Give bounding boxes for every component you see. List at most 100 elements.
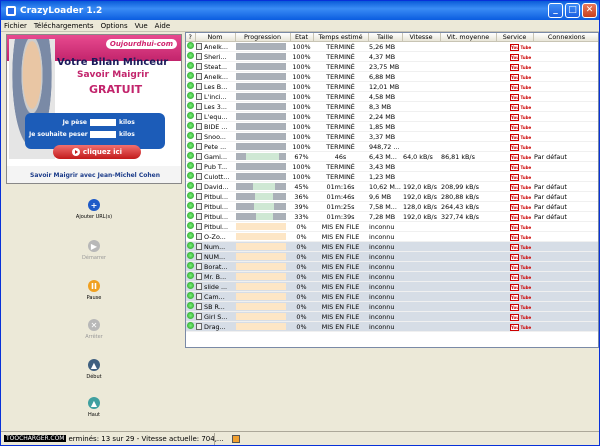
progress-cell — [235, 131, 290, 142]
table-row[interactable]: Drag... 0% MIS EN FILE inconnu You Tube — [186, 321, 598, 332]
menu-fichier[interactable]: Fichier — [4, 22, 27, 30]
table-row[interactable]: Pitbul... 36% 01m:46s 9,6 MB 192,0 kB/s 280,8… — [186, 191, 598, 202]
name-cell: Gami... — [195, 151, 235, 162]
table-row[interactable]: Pub T... 100% TERMINÉ 3,43 MB You Tube — [186, 161, 598, 172]
table-row[interactable]: BIDE ... 100% TERMINÉ 1,85 MB You Tube — [186, 121, 598, 132]
table-header: ? Nom Progression Etat Temps estimé Taille Vit… — [186, 33, 598, 42]
tool-add-button[interactable]: + Ajouter URL(s) — [4, 199, 184, 239]
service-cell: You Tube — [496, 241, 533, 252]
tool-stop-button[interactable]: ✕ Arrêter — [4, 319, 184, 359]
ad-weight-input[interactable] — [90, 119, 116, 126]
table-row[interactable]: Mr. B... 0% MIS EN FILE inconnu You Tube — [186, 271, 598, 282]
title-bar[interactable]: CrazyLoader 1.2 _ □ ✕ — [1, 1, 599, 20]
tool-pause-button[interactable]: II Pause — [4, 280, 184, 320]
ad-title: Votre Bilan Minceur — [57, 57, 169, 68]
tool-move-top-button[interactable]: ▲ Début — [4, 359, 184, 399]
advertisement-banner[interactable]: Oujourdhui-com Votre Bilan Minceur Savoi… — [6, 34, 182, 184]
youtube-icon: You Tube — [510, 273, 532, 281]
ad-target-weight-input[interactable] — [90, 131, 116, 138]
progress-bar — [236, 163, 286, 170]
file-icon — [196, 153, 202, 160]
column-header-8[interactable]: Service — [496, 33, 534, 42]
speed-cell: 64,0 kB/s — [402, 151, 440, 162]
size-cell: 7,28 MB — [368, 211, 402, 222]
speed-cell — [402, 41, 440, 52]
table-row[interactable]: Les 3... 100% TERMINÉ 8,3 MB You Tube — [186, 101, 598, 112]
progress-bar — [236, 273, 286, 280]
speed-cell — [402, 231, 440, 242]
etat-cell: 100% — [290, 141, 313, 152]
table-row[interactable]: Anelk... 100% TERMINÉ 6,88 MB You Tube — [186, 71, 598, 82]
ad-logo: Oujourdhui-com — [105, 39, 177, 49]
file-icon — [196, 163, 202, 170]
table-row[interactable]: Sheri... 100% TERMINÉ 4,37 MB You Tube — [186, 51, 598, 62]
table-row[interactable]: Pitbul... 39% 01m:25s 7,58 M... 128,0 kB/s 26… — [186, 201, 598, 212]
table-row[interactable]: Borat... 0% MIS EN FILE inconnu You Tube — [186, 261, 598, 272]
table-row[interactable]: L'inci... 100% TERMINÉ 4,58 MB You Tube — [186, 91, 598, 102]
table-row[interactable]: Snoo... 100% TERMINÉ 3,37 MB You Tube — [186, 131, 598, 142]
size-cell: 7,58 M... — [368, 201, 402, 212]
status-ok-icon — [187, 82, 194, 89]
table-row[interactable]: Num... 0% MIS EN FILE inconnu You Tube — [186, 241, 598, 252]
table-row[interactable]: SB R... 0% MIS EN FILE inconnu You Tube — [186, 301, 598, 312]
table-row[interactable]: Pitbul... 0% MIS EN FILE inconnu You Tube — [186, 221, 598, 232]
table-row[interactable]: Pitbul... 33% 01m:39s 7,28 MB 192,0 kB/s 327,… — [186, 211, 598, 222]
maximize-button[interactable]: □ — [565, 3, 580, 18]
table-row[interactable]: slide ... 0% MIS EN FILE inconnu You Tube — [186, 281, 598, 292]
tool-play-button[interactable]: ▶ Démarrer — [4, 240, 184, 280]
column-header-6[interactable]: Vitesse — [402, 33, 441, 42]
column-header-3[interactable]: Etat — [290, 33, 314, 42]
table-row[interactable]: Les B... 100% TERMINÉ 12,01 MB You Tube — [186, 81, 598, 92]
status-bar: TOOCHARGER.COM erminés: 13 sur 29 - Vite… — [1, 431, 599, 445]
column-header-7[interactable]: Vit. moyenne — [440, 33, 497, 42]
name-cell: Anelk... — [195, 71, 235, 82]
etat-cell: 0% — [290, 291, 313, 302]
table-row[interactable]: Pete ... 100% TERMINÉ 948,72 ... You Tube — [186, 141, 598, 152]
youtube-icon: You Tube — [510, 53, 532, 61]
column-header-4[interactable]: Temps estimé — [313, 33, 369, 42]
table-row[interactable]: Gami... 67% 46s 6,43 M... 64,0 kB/s 86,81 kB/… — [186, 151, 598, 162]
speed-cell — [402, 61, 440, 72]
table-row[interactable]: NUM... 0% MIS EN FILE inconnu You Tube — [186, 251, 598, 262]
size-cell: inconnu — [368, 301, 402, 312]
name-cell: Steat... — [195, 61, 235, 72]
table-row[interactable]: Culott... 100% TERMINÉ 1,23 MB You Tube — [186, 171, 598, 182]
column-header-0[interactable]: ? — [186, 33, 196, 42]
name-cell: Culott... — [195, 171, 235, 182]
table-row[interactable]: Anelk... 100% TERMINÉ 5,26 MB You Tube — [186, 41, 598, 52]
etat-cell: 100% — [290, 91, 313, 102]
name-cell: Pitbul... — [195, 201, 235, 212]
ad-field2-label: Je souhaite peser — [29, 131, 88, 138]
table-row[interactable]: Cam... 0% MIS EN FILE inconnu You Tube — [186, 291, 598, 302]
column-header-1[interactable]: Nom — [195, 33, 236, 42]
service-cell: You Tube — [496, 271, 533, 282]
menu-telechargements[interactable]: Téléchargements — [34, 22, 94, 30]
size-cell: inconnu — [368, 291, 402, 302]
menu-options[interactable]: Options — [101, 22, 128, 30]
progress-bar — [236, 203, 286, 210]
service-cell: You Tube — [496, 101, 533, 112]
ad-footer: Savoir Maigrir avec Jean-Michel Cohen — [7, 166, 181, 183]
ad-cta-button[interactable]: cliquez ici — [53, 145, 141, 159]
minimize-button[interactable]: _ — [548, 3, 563, 18]
status-ok-icon — [187, 252, 194, 259]
close-button[interactable]: ✕ — [582, 3, 597, 18]
menu-vue[interactable]: Vue — [135, 22, 148, 30]
status-icon[interactable] — [231, 434, 240, 443]
menu-aide[interactable]: Aide — [155, 22, 170, 30]
speed-cell — [402, 171, 440, 182]
service-cell: You Tube — [496, 291, 533, 302]
speed-cell — [402, 91, 440, 102]
column-header-5[interactable]: Taille — [368, 33, 403, 42]
table-row[interactable]: Girl S... 0% MIS EN FILE inconnu You Tube — [186, 311, 598, 322]
connections-cell — [533, 141, 598, 152]
column-header-9[interactable]: Connexions — [533, 33, 598, 42]
table-row[interactable]: O-Zo... 0% MIS EN FILE inconnu You Tube — [186, 231, 598, 242]
table-row[interactable]: Steat... 100% TERMINÉ 23,75 MB You Tube — [186, 61, 598, 72]
status-ok-icon — [187, 172, 194, 179]
table-row[interactable]: L'equ... 100% TERMINÉ 2,24 MB You Tube — [186, 111, 598, 122]
avg-speed-cell — [440, 131, 496, 142]
column-header-2[interactable]: Progression — [235, 33, 291, 42]
file-name: Mr. B... — [204, 272, 227, 281]
table-row[interactable]: David... 45% 01m:16s 10,62 M... 192,0 kB/s 20… — [186, 181, 598, 192]
